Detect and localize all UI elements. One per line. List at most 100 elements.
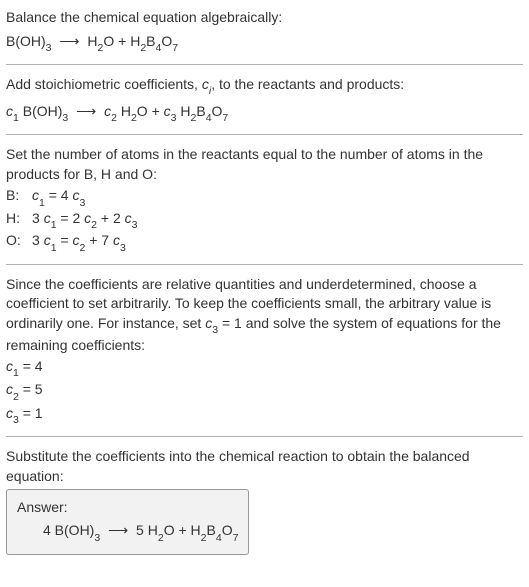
table-row: B: c1 = 4 c3 xyxy=(6,186,142,208)
answer-box: Answer: 4 B(OH)3 ⟶ 5 H2O + H2B4O7 xyxy=(6,489,249,555)
atom-eq-b: c1 = 4 c3 xyxy=(32,186,142,208)
table-row: O: 3 c1 = c2 + 7 c3 xyxy=(6,231,142,253)
divider xyxy=(6,436,523,437)
c1-sub: 1 xyxy=(13,112,19,124)
arrow-icon: ⟶ xyxy=(59,33,79,49)
atom-eq-o: 3 c1 = c2 + 7 c3 xyxy=(32,231,142,253)
prod1c: B xyxy=(146,33,155,49)
p1b: O + xyxy=(137,103,164,119)
step4-prompt: Since the coefficients are relative quan… xyxy=(6,275,523,356)
prod1b: O + H xyxy=(103,33,140,49)
p2b-sub: 4 xyxy=(206,112,212,124)
c: c xyxy=(44,210,51,226)
s: 2 xyxy=(13,391,19,403)
pre: 3 xyxy=(32,232,44,248)
s: 3 xyxy=(13,414,19,426)
p1a: H xyxy=(117,103,131,119)
n4-sub: 4 xyxy=(216,532,222,544)
c3-sub: 3 xyxy=(171,112,177,124)
reactant1-sub: 3 xyxy=(46,42,52,54)
n2-sub: 2 xyxy=(158,532,164,544)
s: 1 xyxy=(39,197,45,209)
answer-equation: 4 B(OH)3 ⟶ 5 H2O + H2B4O7 xyxy=(17,521,238,543)
step1-equation: B(OH)3 ⟶ H2O + H2B4O7 xyxy=(6,32,523,54)
n3-sub: 2 xyxy=(201,532,207,544)
arrow-icon: ⟶ xyxy=(108,522,128,538)
p2b: B xyxy=(196,103,205,119)
eq: = 4 xyxy=(45,187,73,203)
p1a-sub: 2 xyxy=(131,112,137,124)
c1: c xyxy=(6,103,13,119)
n5-sub: 7 xyxy=(233,532,239,544)
step2-prompt-a: Add stoichiometric coefficients, xyxy=(6,76,202,92)
table-row: H: 3 c1 = 2 c2 + 2 c3 xyxy=(6,209,142,231)
v: = 5 xyxy=(19,381,43,397)
c3: c xyxy=(164,103,171,119)
atom-label-h: H: xyxy=(6,209,32,231)
step3: Set the number of atoms in the reactants… xyxy=(6,145,523,254)
step5-prompt: Substitute the coefficients into the che… xyxy=(6,447,523,486)
r1: B(OH) xyxy=(19,103,63,119)
ci: c xyxy=(202,76,209,92)
eq: = xyxy=(57,232,73,248)
atom-equations-table: B: c1 = 4 c3 H: 3 c1 = 2 c2 + 2 c3 O: 3 … xyxy=(6,186,142,253)
atom-label-o: O: xyxy=(6,231,32,253)
prod1c-sub: 4 xyxy=(156,42,162,54)
prod1d: O xyxy=(161,33,172,49)
s: 1 xyxy=(51,242,57,254)
c2-sub: 2 xyxy=(111,112,117,124)
c: c xyxy=(6,405,13,421)
r1-sub: 3 xyxy=(62,112,68,124)
c: c xyxy=(32,187,39,203)
s3: 3 xyxy=(120,242,126,254)
answer-label: Answer: xyxy=(17,498,238,518)
atom-eq-h: 3 c1 = 2 c2 + 2 c3 xyxy=(32,209,142,231)
step5: Substitute the coefficients into the che… xyxy=(6,447,523,554)
step2-prompt-b: , to the reactants and products: xyxy=(211,76,404,92)
step3-prompt: Set the number of atoms in the reactants… xyxy=(6,145,523,184)
p2a-sub: 2 xyxy=(191,112,197,124)
divider xyxy=(6,64,523,65)
n4: B xyxy=(207,522,216,538)
s2: 2 xyxy=(80,242,86,254)
step4: Since the coefficients are relative quan… xyxy=(6,275,523,427)
c2: c xyxy=(73,232,80,248)
s: 1 xyxy=(13,367,19,379)
v: = 4 xyxy=(19,358,43,374)
coef-line-1: c1 = 4 xyxy=(6,357,523,379)
s: 1 xyxy=(51,219,57,231)
step2: Add stoichiometric coefficients, ci, to … xyxy=(6,75,523,124)
prod1b-sub: 2 xyxy=(140,42,146,54)
reactant1: B(OH) xyxy=(6,33,46,49)
n1-sub: 3 xyxy=(94,532,100,544)
prod1a-sub: 2 xyxy=(98,42,104,54)
s2: 3 xyxy=(79,197,85,209)
c: c xyxy=(6,381,13,397)
n5: O xyxy=(222,522,233,538)
step1-prompt: Balance the chemical equation algebraica… xyxy=(6,8,523,28)
v: = 1 xyxy=(19,405,43,421)
c: c xyxy=(6,358,13,374)
prod1d-sub: 7 xyxy=(172,42,178,54)
n3: O + H xyxy=(164,522,201,538)
mid: + 2 xyxy=(97,210,125,226)
coef-line-3: c3 = 1 xyxy=(6,404,523,426)
ci-sub: i xyxy=(209,85,211,97)
c: c xyxy=(44,232,51,248)
eq: = 2 xyxy=(57,210,85,226)
prod1a: H xyxy=(87,33,97,49)
c3: c xyxy=(125,210,132,226)
mid: + 7 xyxy=(85,232,113,248)
p2c: O xyxy=(212,103,223,119)
s3: 3 xyxy=(132,219,138,231)
pre: 3 xyxy=(32,210,44,226)
s2: 2 xyxy=(91,219,97,231)
step2-equation: c1 B(OH)3 ⟶ c2 H2O + c3 H2B4O7 xyxy=(6,102,523,124)
cv-sub: 3 xyxy=(212,324,218,336)
arrow-icon: ⟶ xyxy=(76,103,96,119)
step2-prompt: Add stoichiometric coefficients, ci, to … xyxy=(6,75,523,97)
coef-line-2: c2 = 5 xyxy=(6,380,523,402)
divider xyxy=(6,264,523,265)
atom-label-b: B: xyxy=(6,186,32,208)
p2a: H xyxy=(177,103,191,119)
